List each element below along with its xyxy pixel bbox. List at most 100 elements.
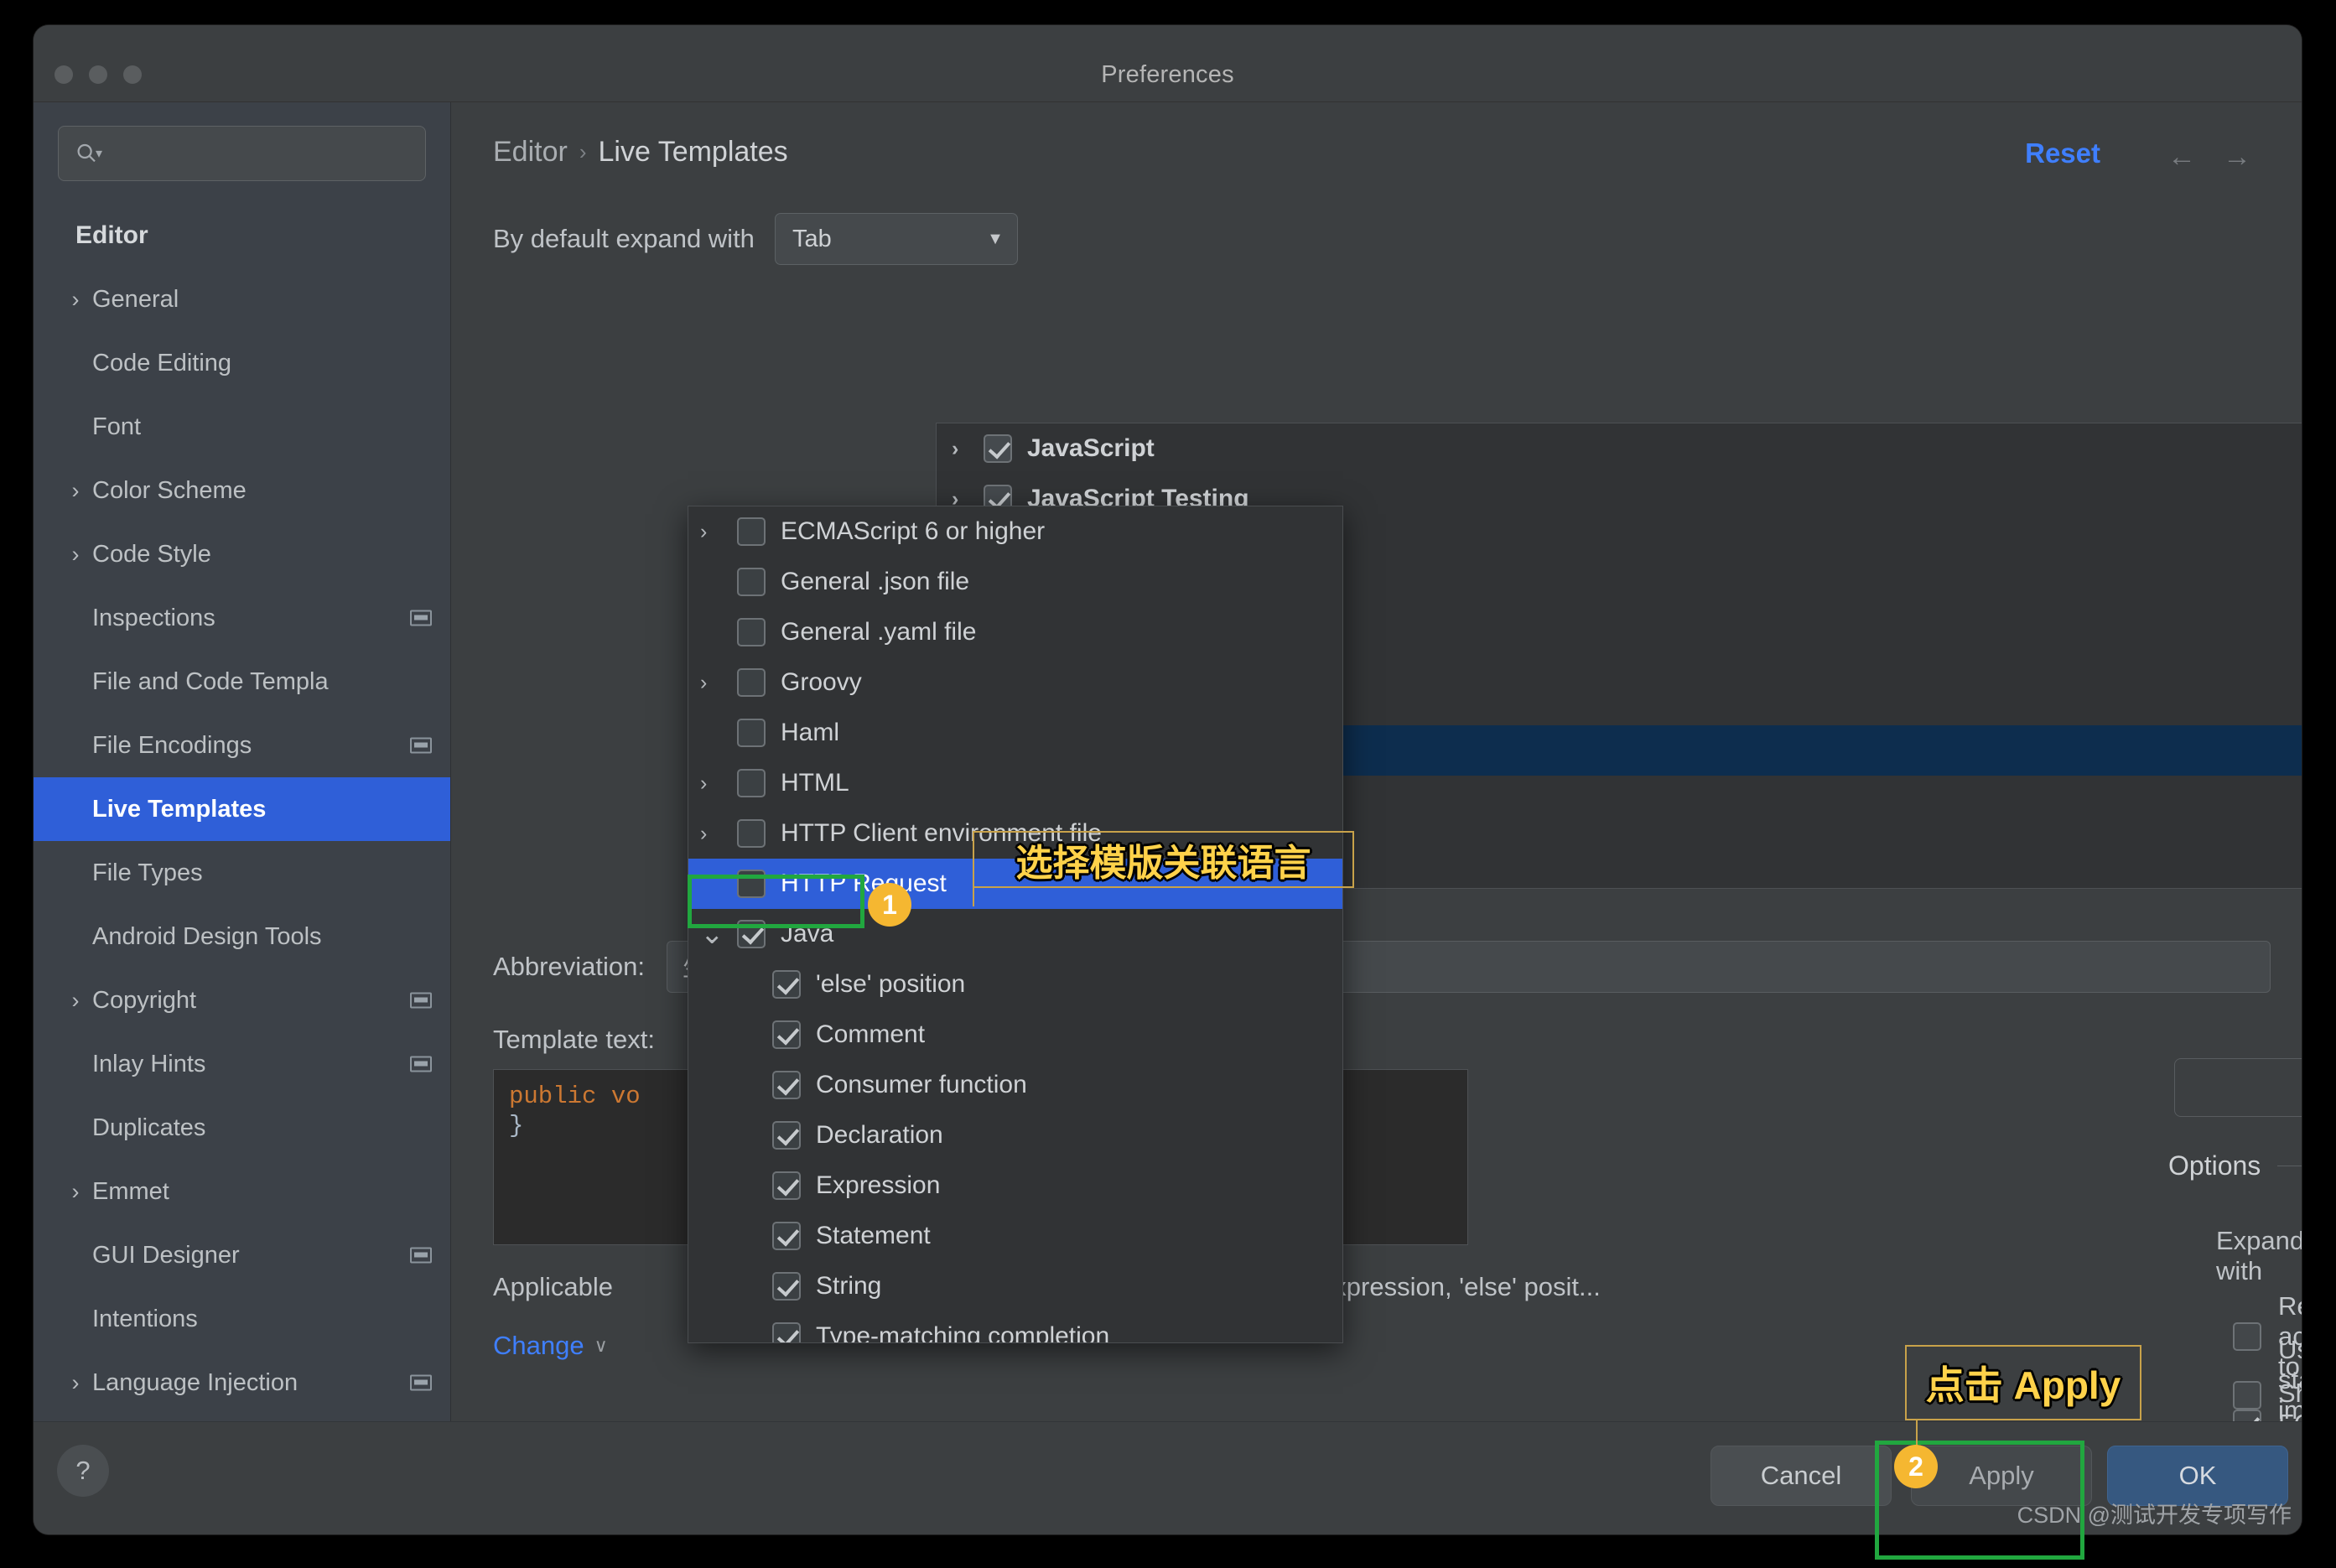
popup-item-checkbox[interactable] (772, 1020, 801, 1049)
sidebar-item-label: Intentions (92, 1305, 198, 1332)
popup-item-checkbox[interactable] (772, 1171, 801, 1200)
popup-item-else-position[interactable]: 'else' position (688, 959, 1342, 1010)
screenshot-root: Preferences ▾ Editor › General Code Edit… (0, 0, 2336, 1568)
popup-item-checkbox[interactable] (772, 970, 801, 999)
step-badge-1-label: 1 (882, 889, 897, 920)
sidebar-item-file-and-code-templa[interactable]: ›File and Code Templa (34, 650, 450, 714)
search-box[interactable]: ▾ (58, 126, 426, 181)
sidebar-item-code-editing[interactable]: ›Code Editing (34, 331, 450, 395)
sidebar-group-editor[interactable]: Editor (34, 204, 450, 267)
chevron-right-icon[interactable]: › (59, 542, 92, 568)
popup-item-comment[interactable]: Comment (688, 1010, 1342, 1060)
popup-item-general-json-file[interactable]: ›General .json file (688, 557, 1342, 607)
options-expand-with-label: Expand with (2216, 1226, 2302, 1285)
popup-item-checkbox[interactable] (737, 517, 766, 546)
back-arrow-icon[interactable]: ← (2167, 141, 2196, 174)
cancel-button[interactable]: Cancel (1710, 1446, 1892, 1506)
popup-item-checkbox[interactable] (737, 668, 766, 697)
sidebar-item-live-templates[interactable]: ›Live Templates (34, 777, 450, 841)
default-expand-label: By default expand with (493, 224, 755, 253)
popup-item-haml[interactable]: ›Haml (688, 708, 1342, 758)
popup-item-label: Groovy (781, 668, 862, 696)
template-code-line2: } (509, 1112, 524, 1140)
language-context-popup[interactable]: ›ECMAScript 6 or higher›General .json fi… (688, 506, 1343, 1343)
sidebar-item-emmet[interactable]: › Emmet (34, 1160, 450, 1223)
sidebar-item-file-types[interactable]: ›File Types (34, 841, 450, 905)
sidebar-item-label: File and Code Templa (92, 667, 329, 695)
chevron-right-icon[interactable]: › (59, 988, 92, 1014)
sidebar-item-gui-designer[interactable]: ›GUI Designer (34, 1223, 450, 1287)
chevron-right-icon[interactable]: › (59, 1370, 92, 1396)
reset-link[interactable]: Reset (2025, 138, 2100, 169)
popup-item-expression[interactable]: Expression (688, 1160, 1342, 1211)
settings-sidebar: ▾ Editor ›General›Code Editing›Font›Colo… (34, 102, 451, 1421)
help-button[interactable]: ? (57, 1445, 109, 1497)
template-group-row[interactable]: › JavaScript (937, 423, 2302, 474)
chevron-right-icon[interactable]: › (700, 671, 737, 695)
chevron-right-icon[interactable]: › (700, 520, 737, 544)
sidebar-item-inlay-hints[interactable]: ›Inlay Hints (34, 1032, 450, 1096)
options-section-header: Options (2168, 1150, 2302, 1181)
popup-item-checkbox[interactable] (772, 1121, 801, 1150)
step-badge-2: 2 (1894, 1445, 1938, 1488)
sidebar-item-file-encodings[interactable]: ›File Encodings (34, 714, 450, 777)
popup-item-string[interactable]: String (688, 1261, 1342, 1311)
sidebar-item-label: Color Scheme (92, 476, 247, 504)
popup-item-checkbox[interactable] (772, 1322, 801, 1342)
popup-item-checkbox[interactable] (737, 568, 766, 596)
sidebar-item-duplicates[interactable]: ›Duplicates (34, 1096, 450, 1160)
sidebar-item-copyright[interactable]: › Copyright (34, 968, 450, 1032)
popup-item-checkbox[interactable] (772, 1071, 801, 1099)
options-expand-with-row: Expand with Default (Tab) ▼ (2216, 1226, 2302, 1286)
popup-item-html[interactable]: › HTML (688, 758, 1342, 808)
chevron-right-icon[interactable]: › (59, 478, 92, 504)
sidebar-item-general[interactable]: › General (34, 267, 450, 331)
sidebar-item-inspections[interactable]: ›Inspections (34, 586, 450, 650)
popup-item-general-yaml-file[interactable]: ›General .yaml file (688, 607, 1342, 657)
sidebar-item-font[interactable]: ›Font (34, 395, 450, 459)
search-input[interactable] (102, 140, 410, 167)
edit-variables-button[interactable]: Edit variables (2174, 1058, 2302, 1117)
chevron-right-icon[interactable]: › (59, 287, 92, 313)
popup-item-statement[interactable]: Statement (688, 1211, 1342, 1261)
popup-item-checkbox[interactable] (772, 1272, 801, 1301)
breadcrumb-root[interactable]: Editor (493, 136, 568, 169)
popup-item-checkbox[interactable] (737, 819, 766, 848)
chevron-right-icon[interactable]: › (59, 1179, 92, 1205)
popup-item-label: Expression (816, 1171, 941, 1199)
default-expand-select[interactable]: Tab ▼ (774, 213, 1018, 265)
chevron-right-icon[interactable]: › (952, 437, 984, 461)
sidebar-item-label: Duplicates (92, 1114, 206, 1141)
popup-item-checkbox[interactable] (737, 920, 766, 948)
sidebar-item-code-style[interactable]: › Code Style (34, 522, 450, 586)
popup-item-ecmascript-6-or-higher[interactable]: › ECMAScript 6 or higher (688, 506, 1342, 557)
popup-item-checkbox[interactable] (737, 870, 766, 898)
popup-item-checkbox[interactable] (772, 1222, 801, 1250)
template-group-checkbox[interactable] (984, 434, 1012, 463)
popup-item-declaration[interactable]: Declaration (688, 1110, 1342, 1160)
search-dropdown-caret[interactable]: ▾ (96, 145, 102, 162)
chevron-down-icon[interactable]: ⌄ (700, 919, 737, 948)
sidebar-item-intentions[interactable]: ›Intentions (34, 1287, 450, 1351)
chevron-right-icon[interactable]: › (700, 771, 737, 796)
popup-item-checkbox[interactable] (737, 769, 766, 797)
sidebar-item-language-injection[interactable]: › Language Injection (34, 1351, 450, 1415)
preferences-window: Preferences ▾ Editor › General Code Edit… (34, 25, 2302, 1534)
sidebar-item-color-scheme[interactable]: › Color Scheme (34, 459, 450, 522)
template-group-label: JavaScript (1027, 434, 1155, 462)
popup-item-type-matching-completion[interactable]: Type-matching completion (688, 1311, 1342, 1342)
search-container: ▾ (34, 102, 450, 181)
popup-item-consumer-function[interactable]: Consumer function (688, 1060, 1342, 1110)
project-scope-icon (410, 1374, 432, 1391)
watermark: CSDN @测试开发专项写作 (2017, 1503, 2292, 1528)
popup-item-groovy[interactable]: › Groovy (688, 657, 1342, 708)
chevron-right-icon[interactable]: › (700, 822, 737, 846)
change-link[interactable]: Change ∨ (493, 1331, 608, 1361)
popup-item-checkbox[interactable] (737, 719, 766, 747)
forward-arrow-icon[interactable]: → (2223, 141, 2251, 174)
popup-item-checkbox[interactable] (737, 618, 766, 646)
popup-item-java[interactable]: ⌄ Java (688, 909, 1342, 959)
sidebar-item-label: Code Style (92, 540, 211, 568)
apply-label: Apply (1969, 1461, 2034, 1490)
sidebar-item-android-design-tools[interactable]: ›Android Design Tools (34, 905, 450, 968)
